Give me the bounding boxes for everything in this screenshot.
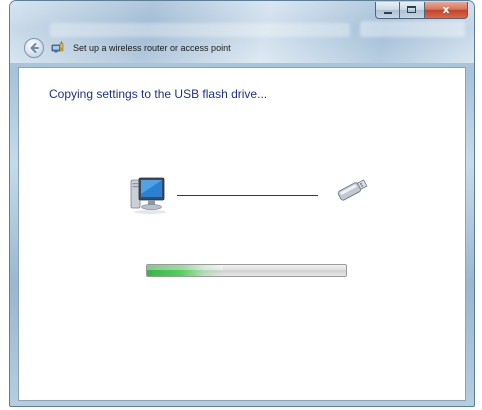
title-bar[interactable]: x Set up a wireless router or access poi…	[10, 1, 474, 63]
caption-buttons: x	[375, 2, 468, 20]
computer-icon	[130, 177, 166, 214]
close-icon: x	[442, 3, 450, 16]
close-button[interactable]: x	[425, 2, 468, 19]
maximize-button[interactable]	[400, 2, 425, 19]
copy-progress-bar	[146, 264, 347, 277]
connection-line	[177, 195, 318, 196]
page-heading: Copying settings to the USB flash drive.…	[49, 87, 268, 101]
network-wizard-icon	[51, 41, 64, 53]
minimize-button[interactable]	[375, 2, 400, 19]
maximize-icon	[407, 6, 416, 13]
wizard-window: x Set up a wireless router or access poi…	[9, 0, 475, 407]
back-arrow-icon	[30, 43, 39, 53]
usb-flash-drive-icon	[337, 179, 368, 201]
copy-progress-fill	[147, 265, 223, 276]
minimize-icon	[384, 12, 392, 14]
background-address-bar	[50, 23, 350, 37]
back-button[interactable]	[24, 38, 44, 58]
window-title: Set up a wireless router or access point	[73, 43, 231, 53]
background-search-box	[360, 21, 465, 37]
wizard-content: Copying settings to the USB flash drive.…	[18, 67, 466, 401]
